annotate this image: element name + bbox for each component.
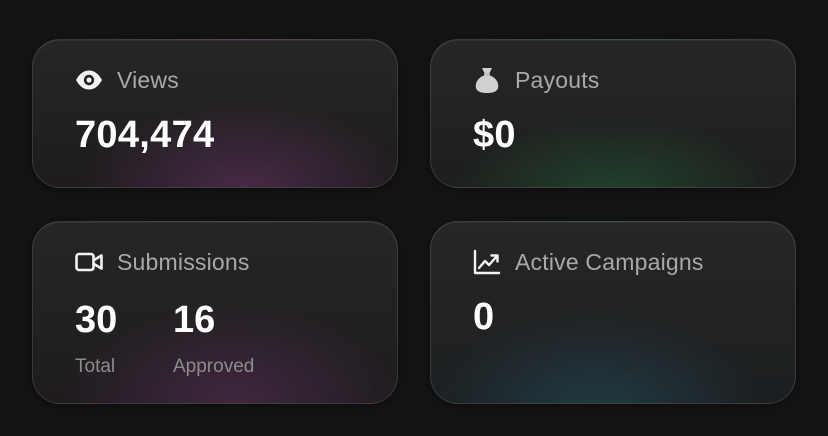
active-campaigns-value: 0 — [473, 296, 495, 338]
views-card[interactable]: Views 704,474 — [32, 39, 398, 188]
active-campaigns-card-header: Active Campaigns — [473, 248, 704, 276]
trending-up-chart-icon — [473, 248, 501, 276]
money-bag-icon — [473, 66, 501, 94]
submissions-total-label: Total — [75, 356, 116, 377]
views-card-header: Views — [75, 66, 179, 94]
submissions-total-value: 30 — [75, 299, 118, 341]
active-campaigns-title: Active Campaigns — [515, 248, 704, 275]
submissions-card[interactable]: Submissions 30 Total 16 Approved — [32, 221, 398, 404]
payouts-value: $0 — [473, 114, 516, 156]
views-value: 704,474 — [75, 114, 215, 156]
active-campaigns-card[interactable]: Active Campaigns 0 — [430, 221, 796, 404]
submissions-card-header: Submissions — [75, 248, 250, 276]
payouts-card-header: Payouts — [473, 66, 600, 94]
video-camera-icon — [75, 248, 103, 276]
payouts-card[interactable]: Payouts $0 — [430, 39, 796, 188]
payouts-title: Payouts — [515, 66, 600, 93]
dashboard-stats: Views 704,474 Payouts $0 Submissions 30 … — [0, 0, 828, 436]
submissions-approved: 16 Approved — [173, 298, 254, 378]
submissions-total: 30 Total — [75, 298, 117, 378]
eye-icon — [75, 66, 103, 94]
submissions-approved-value: 16 — [173, 299, 216, 341]
submissions-title: Submissions — [117, 248, 250, 275]
submissions-approved-label: Approved — [173, 356, 255, 377]
views-title: Views — [117, 66, 179, 93]
